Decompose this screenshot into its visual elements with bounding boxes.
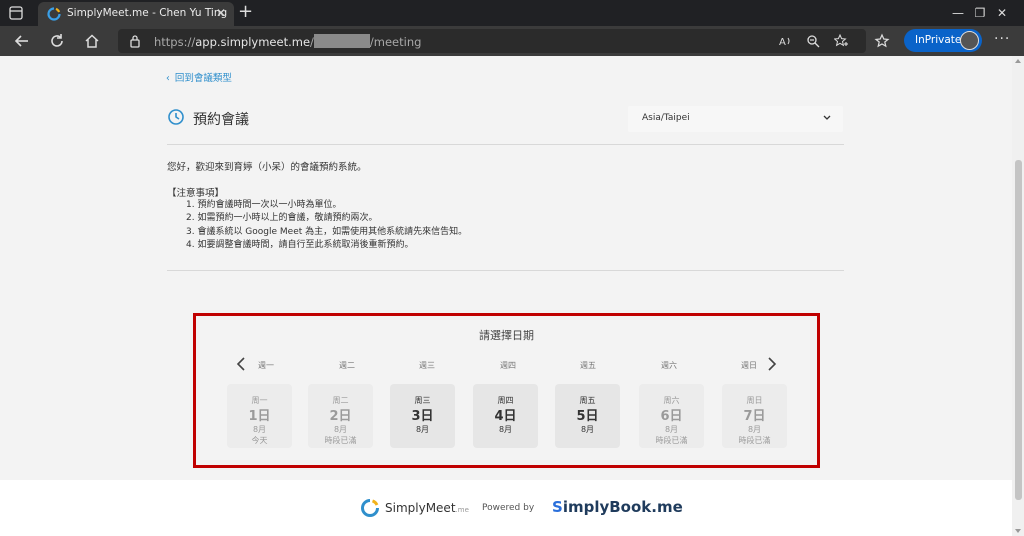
- intro-text: 您好，歡迎來到育婷（小呆）的會議預約系統。: [167, 162, 367, 173]
- day-date: 7日: [743, 409, 766, 424]
- browser-toolbar: https://app.simplymeet.me//meeting A InP…: [0, 26, 1024, 56]
- day-month: 8月: [415, 425, 430, 434]
- day-cell-disabled: 周日 7日 8月 時段已滿: [722, 384, 787, 448]
- tab-actions-icon[interactable]: [8, 5, 24, 21]
- inprivate-label: InPrivate: [915, 34, 962, 46]
- chevron-down-icon: [823, 115, 831, 120]
- day-note: 時段已滿: [655, 436, 688, 445]
- scroll-down-arrow-icon[interactable]: [1015, 529, 1021, 533]
- day-cell-available[interactable]: 周四 4日 8月: [473, 384, 538, 448]
- new-tab-icon[interactable]: +: [238, 2, 253, 22]
- window-close-icon[interactable]: ✕: [980, 0, 1024, 26]
- day-cell-disabled: 周二 2日 8月 時段已滿: [308, 384, 373, 448]
- back-arrow-icon[interactable]: [13, 32, 31, 50]
- notes-list: 1. 預約會議時間一次以一小時為單位。 2. 如需預約一小時以上的會議，敬請預約…: [186, 199, 467, 252]
- day-month: 8月: [252, 425, 267, 434]
- day-month: 8月: [664, 425, 679, 434]
- simplybook-logo[interactable]: SimplyBook.me: [552, 498, 683, 516]
- weekday-header: 週三: [419, 361, 435, 370]
- day-date: 1日: [248, 409, 271, 424]
- refresh-icon[interactable]: [48, 32, 66, 50]
- day-date: 5日: [576, 409, 599, 424]
- divider: [167, 144, 844, 145]
- favorites-icon[interactable]: [874, 32, 892, 50]
- add-favorite-icon[interactable]: [834, 34, 848, 48]
- back-link-label: 回到會議類型: [174, 73, 232, 84]
- weekday-header: 週一: [258, 361, 274, 370]
- powered-by-label: Powered by: [482, 503, 535, 513]
- note-item: 4. 如要調整會議時間，請自行至此系統取消後重新預約。: [186, 239, 414, 250]
- note-item: 2. 如需預約一小時以上的會議，敬請預約兩次。: [186, 213, 378, 224]
- weekday-header: 週六: [661, 361, 677, 370]
- inprivate-badge[interactable]: InPrivate: [904, 29, 982, 52]
- clock-icon: [168, 109, 184, 125]
- day-cell-disabled: 周六 6日 8月 時段已滿: [639, 384, 704, 448]
- day-date: 3日: [411, 409, 434, 424]
- day-cell-available[interactable]: 周三 3日 8月: [390, 384, 455, 448]
- day-month: 8月: [498, 425, 513, 434]
- weekday-header: 週二: [339, 361, 355, 370]
- timezone-value: Asia/Taipei: [642, 113, 690, 123]
- day-note: 今天: [251, 436, 268, 445]
- day-date: 4日: [494, 409, 517, 424]
- day-month: 8月: [333, 425, 348, 434]
- day-cell-disabled: 周一 1日 8月 今天: [227, 384, 292, 448]
- weekday-header: 週五: [580, 361, 596, 370]
- browser-tab-strip: SimplyMeet.me - Chen Yu Ting ✕ + — ❐ ✕: [0, 0, 1024, 26]
- page-scrollbar[interactable]: [1012, 56, 1024, 536]
- read-aloud-icon[interactable]: A: [778, 34, 792, 48]
- tab-close-icon[interactable]: ✕: [216, 6, 226, 20]
- day-month: 8月: [580, 425, 595, 434]
- note-item: 3. 會議系統以 Google Meet 為主，如需使用其他系統請先來信告知。: [186, 226, 468, 237]
- home-icon[interactable]: [83, 32, 101, 50]
- avatar: [960, 31, 979, 50]
- timezone-select[interactable]: Asia/Taipei: [628, 106, 843, 132]
- simplymeet-favicon-icon: [47, 7, 61, 21]
- day-date: 6日: [660, 409, 683, 424]
- lock-icon[interactable]: [129, 34, 141, 48]
- svg-text:A: A: [779, 37, 786, 48]
- page-footer: SimplyMeet.me Powered by SimplyBook.me: [0, 480, 1012, 536]
- day-note: 時段已滿: [324, 436, 357, 445]
- weekday-header: 週日: [741, 361, 757, 370]
- notes-title: 【注意事項】: [167, 188, 225, 199]
- address-bar[interactable]: https://app.simplymeet.me//meeting A: [118, 29, 866, 53]
- day-month: 8月: [747, 425, 762, 434]
- tab-title: SimplyMeet.me - Chen Yu Ting: [67, 7, 228, 19]
- zoom-icon[interactable]: [806, 34, 820, 48]
- weekday-header: 週四: [500, 361, 516, 370]
- browser-tab[interactable]: SimplyMeet.me - Chen Yu Ting ✕: [38, 2, 234, 26]
- simplymeet-logo-icon: [361, 499, 379, 517]
- url-text: https://app.simplymeet.me//meeting: [154, 34, 422, 49]
- divider: [167, 270, 844, 271]
- date-picker-highlight-frame: 請選擇日期 週一 週二 週三 週四 週五 週六 週日 周一 1日 8月 今天 周…: [193, 313, 820, 468]
- simplymeet-logo-text: SimplyMeet.me: [385, 501, 469, 515]
- scroll-up-arrow-icon[interactable]: [1015, 59, 1021, 63]
- chevron-left-icon: ‹: [166, 73, 170, 84]
- note-item: 1. 預約會議時間一次以一小時為單位。: [186, 200, 342, 210]
- page-title: 預約會議: [193, 112, 249, 128]
- date-picker-title: 請選擇日期: [479, 329, 534, 342]
- scrollbar-thumb[interactable]: [1015, 160, 1022, 500]
- back-to-meeting-types-link[interactable]: ‹ 回到會議類型: [166, 70, 232, 84]
- day-cell-available[interactable]: 周五 5日 8月: [555, 384, 620, 448]
- day-note: 時段已滿: [738, 436, 771, 445]
- day-date: 2日: [329, 409, 352, 424]
- redacted-block: [313, 34, 370, 48]
- page-content: ‹ 回到會議類型 預約會議 Asia/Taipei 您好，歡迎來到育婷（小呆）的會…: [0, 56, 1012, 536]
- more-menu-icon[interactable]: ···: [994, 31, 1010, 47]
